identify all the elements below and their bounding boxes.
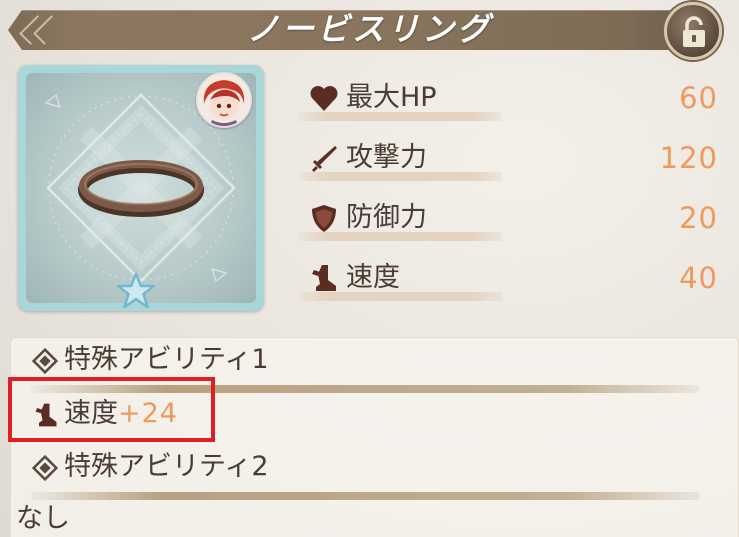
stat-value: 20 xyxy=(679,201,718,235)
stat-row-defense: 防御力 20 xyxy=(298,198,728,244)
diamond-bullet-icon xyxy=(32,347,58,374)
ability-2-header: 特殊アビリティ2 xyxy=(32,449,269,485)
character-avatar xyxy=(196,72,252,128)
stat-row-max-hp: 最大HP 60 xyxy=(298,78,728,124)
diamond-bullet-icon xyxy=(32,454,58,481)
stat-label: 攻撃力 xyxy=(346,142,427,173)
ability-1-title: 特殊アビリティ1 xyxy=(64,344,269,375)
ability-2-title: 特殊アビリティ2 xyxy=(64,451,269,482)
shield-icon xyxy=(312,205,336,232)
ability-2-effect: なし xyxy=(16,503,70,534)
stat-label: 最大HP xyxy=(346,82,437,113)
boot-icon xyxy=(312,265,336,291)
ring-icon xyxy=(78,160,204,217)
character-portrait-icon xyxy=(198,74,250,126)
stat-label: 防御力 xyxy=(346,202,427,233)
stat-row-speed: 速度 40 xyxy=(298,258,728,304)
sword-icon xyxy=(312,146,337,172)
heart-icon xyxy=(310,86,338,111)
unlock-icon xyxy=(683,16,705,47)
rarity-star-icon xyxy=(116,272,156,309)
stat-value: 60 xyxy=(679,81,718,115)
ability-divider xyxy=(30,492,700,500)
item-name: ノービスリング xyxy=(246,10,492,48)
ability-1-header: 特殊アビリティ1 xyxy=(32,342,269,378)
stat-row-attack: 攻撃力 120 xyxy=(298,138,728,184)
stat-value: 120 xyxy=(659,141,718,175)
title-banner: ノービスリング xyxy=(0,0,739,60)
stat-label: 速度 xyxy=(346,262,400,293)
highlight-box xyxy=(8,377,215,442)
lock-button[interactable] xyxy=(664,2,722,60)
stat-value: 40 xyxy=(679,261,718,295)
